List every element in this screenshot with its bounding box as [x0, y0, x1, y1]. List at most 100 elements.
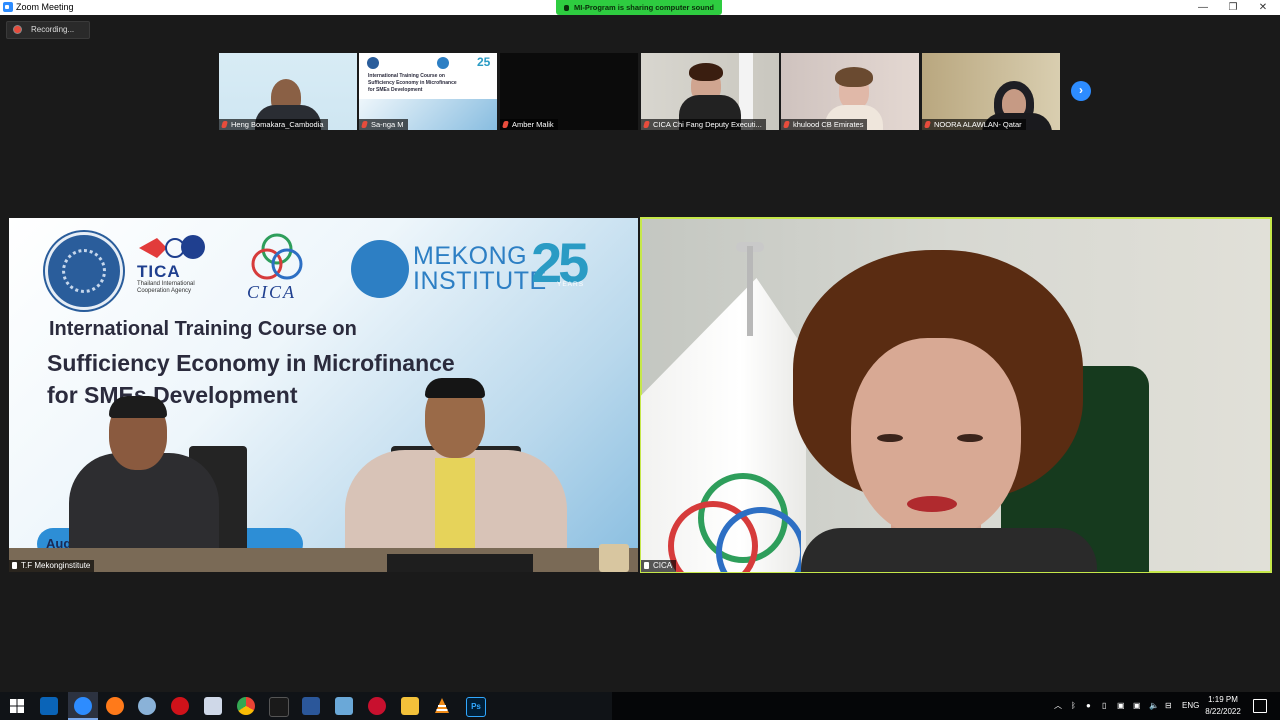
window-title: Zoom Meeting — [16, 2, 74, 12]
opera-icon[interactable] — [171, 697, 189, 715]
battery-icon[interactable]: ▯ — [1102, 692, 1106, 720]
outlook-icon[interactable] — [40, 697, 58, 715]
tray-overflow-chevron-icon[interactable]: ︿ — [1054, 692, 1062, 720]
next-page-arrow-icon[interactable]: › — [1071, 81, 1091, 101]
mic-muted-icon — [643, 121, 650, 128]
mekong-logo-icon — [351, 240, 409, 298]
participant-thumbnail[interactable]: Amber Malik — [500, 53, 638, 130]
thumb-slide-text: International Training Course on Suffici… — [368, 73, 457, 94]
video-tile-cica-active-speaker[interactable]: CICA — [640, 217, 1272, 573]
recording-label: Recording... — [31, 25, 75, 34]
cica-flag-rings-icon — [668, 473, 801, 572]
clock-date: 8/22/2022 — [1205, 707, 1241, 716]
mic-muted-icon — [502, 121, 509, 128]
zoom-icon[interactable] — [74, 697, 92, 715]
file-explorer-icon[interactable] — [401, 697, 419, 715]
institute-word: INSTITUTE — [413, 267, 547, 295]
network-icon[interactable]: ⊟ — [1165, 692, 1172, 720]
mekong-wordmark: MEKONG INSTITUTE — [413, 244, 547, 294]
windows-start-icon[interactable] — [8, 697, 26, 715]
participant-name: khulood CB Emirates — [793, 120, 864, 129]
participant-name: CICA — [653, 561, 673, 570]
speaker-body — [801, 528, 1097, 572]
participant-thumbnail[interactable]: CICA Chi Fang Deputy Executi... — [641, 53, 779, 130]
photoshop-icon[interactable]: Ps — [466, 697, 486, 717]
mic-muted-icon — [221, 121, 228, 128]
speaker-eye — [877, 434, 903, 442]
outlook-tray-icon[interactable]: ▣ — [1117, 692, 1125, 720]
cica-wordmark: CICA — [247, 282, 297, 302]
thumb-slide-line2: Sufficiency Economy in Microfinance — [368, 80, 457, 86]
paint-icon[interactable] — [138, 697, 156, 715]
participant-thumbnail[interactable]: 25 International Training Course on Suff… — [359, 53, 497, 130]
seal-icon — [367, 57, 379, 69]
app-tray-icon[interactable]: ▣ — [1133, 692, 1141, 720]
sticky-notes-icon[interactable] — [335, 697, 353, 715]
slide-heading-line3: for SMEs Development — [47, 382, 298, 408]
mic-muted-icon — [361, 121, 368, 128]
mekong-word: MEKONG — [413, 242, 528, 270]
thumb-slide-line1: International Training Course on — [368, 73, 445, 79]
reader-icon[interactable] — [368, 697, 386, 715]
restore-button[interactable]: ❐ — [1218, 0, 1248, 15]
pin-icon — [12, 562, 17, 569]
participant-name: Amber Malik — [512, 120, 554, 129]
participant-name: NOORA ALAWLAN- Qatar — [934, 120, 1022, 129]
participant-name: T.F Mekonginstitute — [21, 561, 91, 570]
minimize-button[interactable]: — — [1188, 0, 1218, 15]
presenter-center-shirt — [435, 458, 475, 558]
windows-taskbar: Ps ︿ ᛒ ● ▯ ▣ ▣ 🔈 ⊟ ENG 1:19 PM 8/22/2022 — [0, 692, 1280, 720]
thumb-slide-line3: for SMEs Development — [368, 87, 423, 93]
desk — [9, 548, 638, 572]
participant-hair — [689, 63, 723, 81]
clock-time: 1:19 PM — [1208, 695, 1238, 704]
participant-name: Sa-nga M — [371, 120, 404, 129]
video-tile-mekonginstitute[interactable]: TICA Thailand International Cooperation … — [9, 218, 638, 572]
pin-icon — [644, 562, 649, 569]
vlc-icon[interactable] — [433, 697, 451, 715]
years-label: YEARS — [557, 281, 585, 288]
cup — [599, 544, 629, 572]
chrome-icon[interactable] — [237, 697, 255, 715]
participant-name: CICA Chi Fang Deputy Executi... — [653, 120, 762, 129]
taskbar-tray-area — [612, 692, 1280, 720]
mekong-logo-icon — [437, 57, 449, 69]
presenter-left-hair — [109, 396, 167, 418]
system-clock[interactable]: 1:19 PM 8/22/2022 — [1198, 694, 1248, 718]
speaker-eye — [957, 434, 983, 442]
cica-rings-icon — [251, 233, 303, 280]
slide-heading-line1: International Training Course on — [49, 318, 357, 340]
firefox-icon[interactable] — [106, 697, 124, 715]
sharing-sound-banner[interactable]: MI-Program is sharing computer sound — [556, 0, 722, 15]
participant-thumbnail[interactable]: Heng Bomakara_Cambodia — [219, 53, 357, 130]
presenter-center-hair — [425, 378, 485, 398]
language-indicator[interactable]: ENG — [1182, 692, 1199, 720]
participant-thumbnail[interactable]: NOORA ALAWLAN- Qatar — [922, 53, 1060, 130]
mic-muted-icon — [783, 121, 790, 128]
microphone-icon — [563, 5, 569, 11]
zoom-tray-icon[interactable]: ● — [1086, 692, 1096, 720]
participant-thumbnail[interactable]: khulood CB Emirates — [781, 53, 919, 130]
participant-hair — [835, 67, 873, 87]
bluetooth-icon[interactable]: ᛒ — [1071, 692, 1076, 720]
years-logo: 25 — [477, 55, 491, 69]
notification-center-icon[interactable] — [1253, 699, 1267, 713]
tica-logo-icon — [139, 235, 205, 259]
flagpole — [747, 246, 753, 336]
zoom-app-icon — [3, 2, 13, 12]
slide-heading-line2: Sufficiency Economy in Microfinance — [47, 350, 455, 376]
record-dot-icon — [14, 26, 21, 33]
tica-wordmark: TICA — [137, 262, 181, 281]
laptop — [387, 554, 533, 572]
speaker-lips — [907, 496, 957, 512]
thai-seal-logo — [45, 232, 123, 310]
recording-indicator[interactable]: Recording... — [6, 21, 90, 39]
close-button[interactable]: ✕ — [1248, 0, 1278, 15]
terminal-icon[interactable] — [269, 697, 289, 717]
word-icon[interactable] — [302, 697, 320, 715]
mic-muted-icon — [924, 121, 931, 128]
volume-icon[interactable]: 🔈 — [1149, 692, 1159, 720]
notepad-icon[interactable] — [204, 697, 222, 715]
participant-name: Heng Bomakara_Cambodia — [231, 120, 324, 129]
tica-subtitle: Thailand International Cooperation Agenc… — [137, 281, 195, 294]
